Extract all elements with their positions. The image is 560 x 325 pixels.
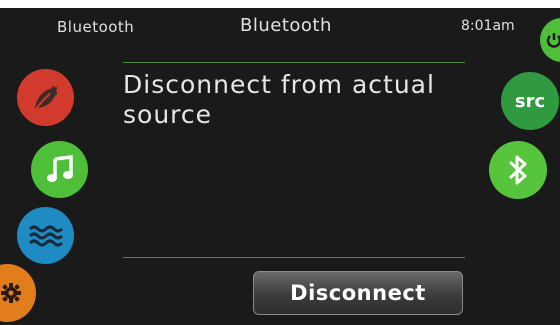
touch-screen: Bluetooth Bluetooth 8:01am Disconnect fr…: [0, 8, 560, 325]
header-section-label: Bluetooth: [57, 18, 135, 36]
water-button[interactable]: [17, 207, 74, 264]
bluetooth-icon: [508, 155, 527, 185]
aromatherapy-button[interactable]: [17, 69, 74, 126]
top-divider: [123, 62, 465, 63]
gear-icon: [1, 283, 21, 303]
bottom-divider: [123, 257, 465, 258]
source-button[interactable]: src: [501, 72, 559, 130]
page-title: Bluetooth: [240, 15, 332, 36]
device-bezel: Bluetooth Bluetooth 8:01am Disconnect fr…: [0, 0, 560, 325]
music-button[interactable]: [31, 141, 88, 198]
leaf-drop-icon: [34, 84, 57, 110]
water-waves-icon: [28, 225, 63, 246]
music-note-icon: [46, 154, 73, 182]
disconnect-message: Disconnect from actual source: [123, 70, 435, 129]
bluetooth-button[interactable]: [489, 141, 547, 199]
clock-time: 8:01am: [461, 18, 515, 34]
power-button[interactable]: [540, 18, 560, 62]
settings-button[interactable]: [0, 264, 36, 322]
source-label: src: [514, 90, 546, 112]
disconnect-button[interactable]: Disconnect: [253, 271, 463, 315]
power-icon: [546, 33, 560, 48]
